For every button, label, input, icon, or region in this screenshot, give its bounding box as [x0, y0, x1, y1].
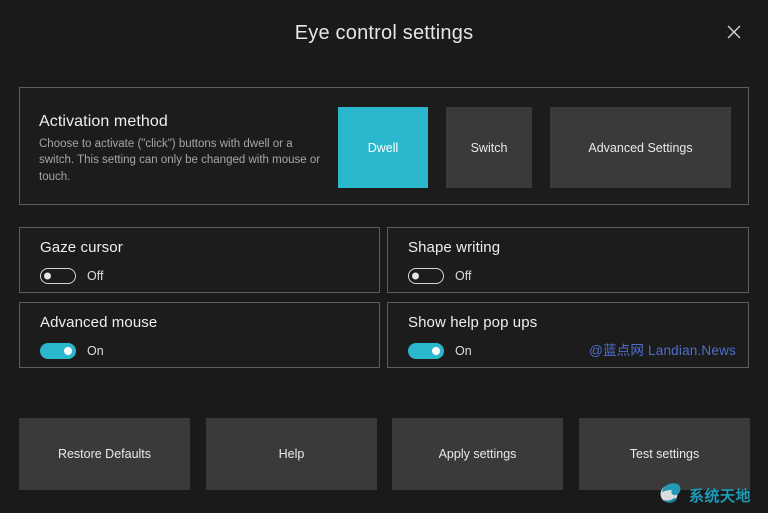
toggle-state-label: On: [455, 344, 472, 358]
watermark-landian: @蓝点网 Landian.News: [589, 343, 736, 358]
activation-option-dwell[interactable]: Dwell: [338, 107, 428, 188]
toggle-state-label: On: [87, 344, 104, 358]
activation-method-description: Choose to activate ("click") buttons wit…: [39, 138, 321, 183]
close-icon: [727, 25, 741, 39]
title-bar: Eye control settings: [0, 0, 768, 66]
toggle-switch-icon: [40, 343, 76, 359]
setting-title-shape-writing: Shape writing: [408, 239, 501, 256]
setting-card-show-help-pop-ups: Show help pop ups On @蓝点网 Landian.News: [387, 302, 749, 368]
toggle-advanced-mouse[interactable]: On: [40, 343, 104, 359]
activation-method-panel: Activation method Choose to activate ("c…: [19, 87, 749, 205]
swirl-logo-icon: [658, 481, 684, 510]
toggle-switch-icon: [408, 343, 444, 359]
toggle-show-help-pop-ups[interactable]: On: [408, 343, 472, 359]
setting-title-show-help-pop-ups: Show help pop ups: [408, 314, 538, 331]
apply-settings-button[interactable]: Apply settings: [392, 418, 563, 490]
activation-method-title: Activation method: [39, 113, 168, 130]
setting-title-advanced-mouse: Advanced mouse: [40, 314, 158, 331]
page-title: Eye control settings: [294, 22, 474, 44]
toggle-shape-writing[interactable]: Off: [408, 268, 471, 284]
setting-title-gaze-cursor: Gaze cursor: [40, 239, 123, 256]
toggle-state-label: Off: [87, 269, 104, 283]
activation-option-advanced-settings[interactable]: Advanced Settings: [550, 107, 731, 188]
toggle-switch-icon: [408, 268, 444, 284]
toggle-gaze-cursor[interactable]: Off: [40, 268, 103, 284]
toggle-switch-icon: [40, 268, 76, 284]
watermark-xitongtiandi: 系统天地: [658, 481, 751, 510]
test-settings-button[interactable]: Test settings: [579, 418, 750, 490]
setting-card-gaze-cursor: Gaze cursor Off: [19, 227, 380, 293]
restore-defaults-button[interactable]: Restore Defaults: [19, 418, 190, 490]
watermark-logo-text: 系统天地: [689, 488, 752, 505]
toggle-state-label: Off: [455, 269, 472, 283]
help-button[interactable]: Help: [206, 418, 377, 490]
setting-card-shape-writing: Shape writing Off: [387, 227, 749, 293]
activation-option-switch[interactable]: Switch: [446, 107, 532, 188]
activation-method-text: Activation method Choose to activate ("c…: [39, 113, 339, 185]
close-button[interactable]: [712, 12, 756, 52]
setting-card-advanced-mouse: Advanced mouse On: [19, 302, 380, 368]
